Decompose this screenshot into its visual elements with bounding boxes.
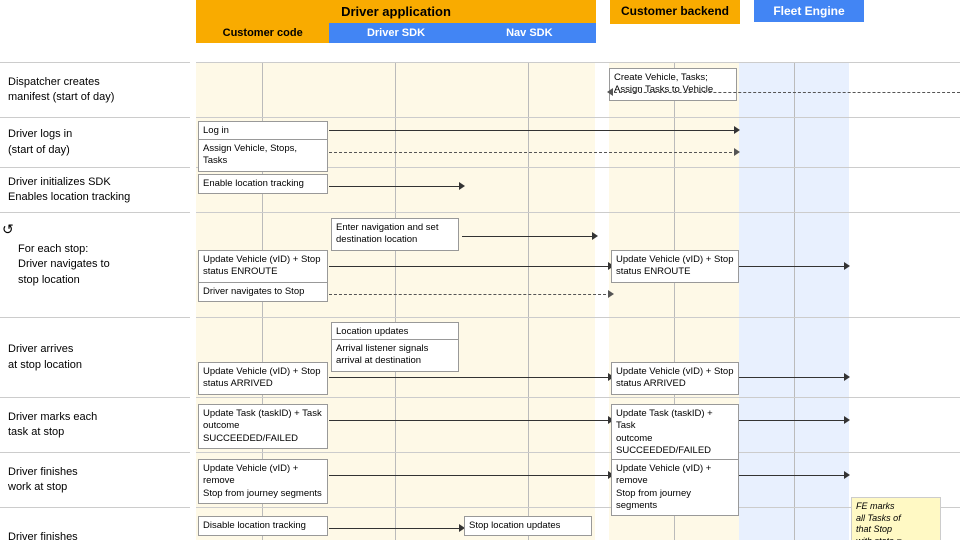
arrow-disable-tracking <box>329 528 462 529</box>
divider-5 <box>196 397 960 398</box>
vline-nav-sdk <box>528 62 529 540</box>
arrow-enroute-2 <box>739 266 847 267</box>
sequence-area: Create Vehicle, Tasks;Assign Tasks to Ve… <box>196 62 960 540</box>
action-remove-stop-cb: Update Vehicle (vID) + removeStop from j… <box>611 459 739 516</box>
driver-app-sublabels: Customer code Driver SDK Nav SDK <box>196 23 596 43</box>
label-driver-init: Driver initializes SDKEnables location t… <box>0 167 190 212</box>
arrow-enable-head <box>459 182 465 190</box>
action-update-task-cb: Update Task (taskID) + Taskoutcome SUCCE… <box>611 404 739 461</box>
driver-sdk-header: Driver SDK <box>329 23 462 43</box>
action-assign-vehicle: Assign Vehicle, Stops, Tasks <box>198 139 328 172</box>
arrow-task-1 <box>329 420 611 421</box>
arrow-arrived-2 <box>739 377 847 378</box>
arrow-enroute-1 <box>329 266 611 267</box>
arrow-arrived-1 <box>329 377 611 378</box>
driver-app-header: Driver application <box>196 0 596 23</box>
action-enable-tracking: Enable location tracking <box>198 174 328 194</box>
action-create-vehicle: Create Vehicle, Tasks;Assign Tasks to Ve… <box>609 68 737 101</box>
customer-backend-header: Customer backend <box>610 0 740 24</box>
arrow-task-2-head <box>844 416 850 424</box>
arrow-dispatcher-1 <box>609 92 960 93</box>
action-update-enroute-cc: Update Vehicle (vID) + Stopstatus ENROUT… <box>198 250 328 283</box>
divider-0 <box>196 62 960 63</box>
arrow-enable-tracking <box>329 186 462 187</box>
note-fe-closed: FE marksall Tasks ofthat Stopwith state … <box>851 497 941 540</box>
divider-7 <box>196 507 960 508</box>
action-update-task-cc: Update Task (taskID) + Taskoutcome SUCCE… <box>198 404 328 449</box>
action-disable-tracking: Disable location tracking <box>198 516 328 536</box>
divider-6 <box>196 452 960 453</box>
label-driver-logs-in: Driver logs in(start of day) <box>0 117 190 167</box>
fleet-engine-header: Fleet Engine <box>754 0 864 22</box>
header: Driver application Customer code Driver … <box>0 0 960 62</box>
arrow-nav <box>329 294 611 295</box>
divider-4 <box>196 317 960 318</box>
diagram-container: Driver application Customer code Driver … <box>0 0 960 540</box>
label-driver-marks: Driver marks eachtask at stop <box>0 397 190 452</box>
main-area: Dispatcher createsmanifest (start of day… <box>0 62 960 540</box>
arrow-assign-head <box>734 148 740 156</box>
arrow-nav-head <box>608 290 614 298</box>
label-driver-arrives: Driver arrivesat stop location <box>0 317 190 397</box>
arrow-remove-2 <box>739 475 847 476</box>
arrow-enter-nav <box>462 236 595 237</box>
loop-indicator: ↺ <box>2 221 14 238</box>
label-driver-finishes-day: Driver finishesall work for the day <box>0 507 190 540</box>
left-labels: Dispatcher createsmanifest (start of day… <box>0 62 196 540</box>
action-driver-navigates: Driver navigates to Stop <box>198 282 328 302</box>
vline-driver-sdk <box>395 62 396 540</box>
arrow-arrived-2-head <box>844 373 850 381</box>
action-update-arrived-cc: Update Vehicle (vID) + Stopstatus ARRIVE… <box>198 362 328 395</box>
nav-sdk-header: Nav SDK <box>463 23 596 43</box>
divider-3 <box>196 212 960 213</box>
action-enter-nav: Enter navigation and setdestination loca… <box>331 218 459 251</box>
arrow-remove-1 <box>329 475 611 476</box>
label-driver-finishes-stop: Driver finisheswork at stop <box>0 452 190 507</box>
label-for-each-stop: ↺ For each stop:Driver navigates tostop … <box>0 212 190 317</box>
arrow-login-head <box>734 126 740 134</box>
arrow-dispatcher-1-head <box>607 88 613 96</box>
arrow-login <box>329 130 737 131</box>
arrow-enter-nav-head <box>592 232 598 240</box>
action-update-enroute-cb: Update Vehicle (vID) + Stopstatus ENROUT… <box>611 250 739 283</box>
col-gap-bg <box>595 62 609 540</box>
divider-1 <box>196 117 960 118</box>
action-remove-stop-cc: Update Vehicle (vID) + removeStop from j… <box>198 459 328 504</box>
arrow-remove-2-head <box>844 471 850 479</box>
arrow-task-2 <box>739 420 847 421</box>
driver-app-group: Driver application Customer code Driver … <box>196 0 596 43</box>
arrow-enroute-2-head <box>844 262 850 270</box>
action-update-arrived-cb: Update Vehicle (vID) + Stopstatus ARRIVE… <box>611 362 739 395</box>
label-dispatcher: Dispatcher createsmanifest (start of day… <box>0 62 190 117</box>
arrow-assign <box>329 152 737 153</box>
action-arrival-listener: Arrival listener signalsarrival at desti… <box>331 339 459 372</box>
customer-code-header: Customer code <box>196 23 329 43</box>
action-stop-loc-updates: Stop location updates <box>464 516 592 536</box>
vline-fleet-engine <box>794 62 795 540</box>
